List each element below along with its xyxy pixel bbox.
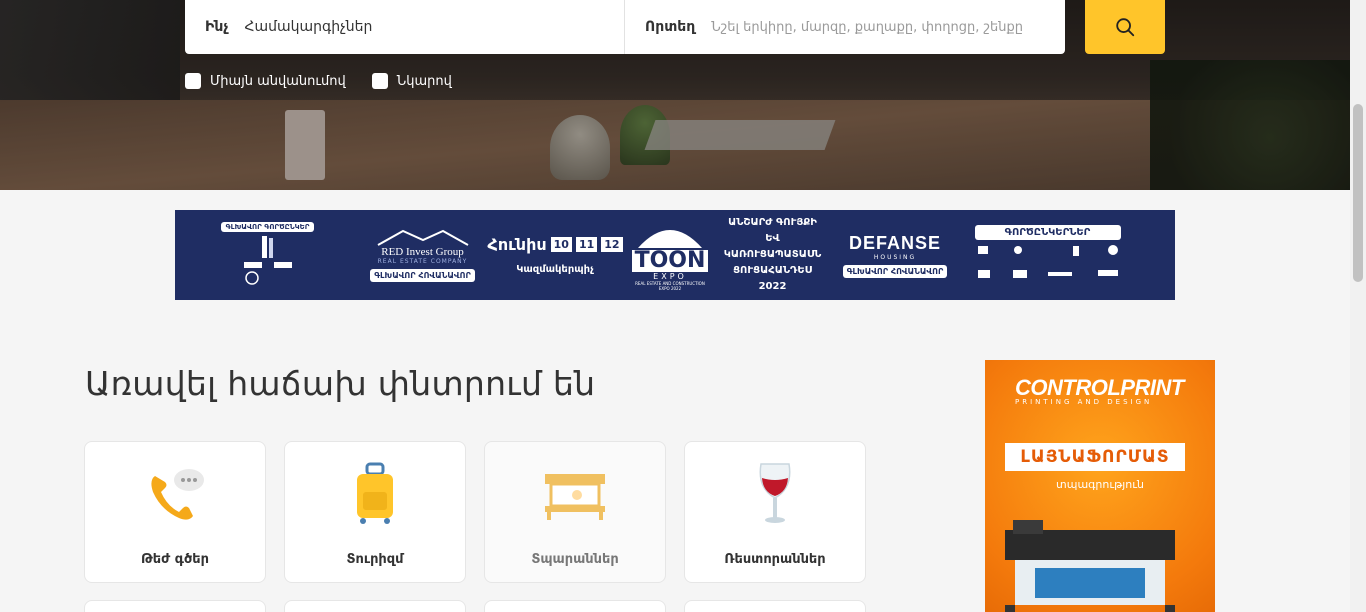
printer-icon [545,474,605,520]
banner-defanse: DEFANSE HOUSING ԳԼԽԱՎՈՐ ՀՈՎԱՆԱՎՈՐ [830,210,960,300]
category-card-row2[interactable] [684,600,866,612]
wine-glass-icon [759,463,791,523]
checkbox-with-image[interactable] [371,73,388,89]
category-card-hotlines[interactable]: Թեժ գծեր [84,441,266,583]
ad-text: տպագրություն [1056,478,1144,491]
banner-expo-name: TOON [631,249,709,272]
banner-expo-word: EXPO [653,271,687,281]
scrollbar-thumb[interactable] [1353,104,1363,282]
filter-name-only-label: Միայն անվանումով [210,73,346,89]
category-label: Տպարաններ [531,552,619,567]
category-card-row2[interactable] [484,600,666,612]
banner-main-sponsor: ԳԼԽԱՎՈՐ ՀՈՎԱՆԱՎՈՐ [370,269,475,282]
section-title: Առավել հաճախ փնտրում են [85,364,596,403]
banner-day-1: 10 [550,237,572,252]
banner-red-invest-name: RED Invest Group [381,246,464,258]
banner-exhibition: ԱՆՇԱՐԺ ԳՈՒՅՔԻ ԵՎ ԿԱՌՈՒՑԱՊԱՏԱՍՆ ՑՈՒՑԱՀԱՆԴ… [715,210,830,300]
banner-organizer: Կազմակերպիչ [516,264,594,275]
checkbox-name-only[interactable] [185,73,201,89]
ad-tagline: PRINTING AND DESIGN [1015,398,1153,406]
search-what-label: Ինչ [205,19,229,35]
banner-defanse-sub: HOUSING [873,253,917,261]
filter-with-image-label: Նկարով [396,73,452,89]
search-button[interactable] [1085,0,1165,54]
category-label: Թեժ գծեր [141,552,209,567]
ad-button[interactable]: ԼԱՅՆԱՖՈՐՄԱՏ [1005,443,1185,471]
banner-month: Հունիս [487,235,547,254]
filter-with-image[interactable]: Նկարով [371,73,452,89]
banner-red-invest-sub: REAL ESTATE COMPANY [377,258,468,265]
banner-partners-title: ԳԼԽԱՎՈՐ ԳՈՐԾԸՆԿԵՐ [220,222,315,232]
banner-defanse-role: ԳԼԽԱՎՈՐ ՀՈՎԱՆԱՎՈՐ [842,264,948,278]
printer-machine-icon [1005,520,1175,612]
category-label: Ռեստորաններ [724,552,826,567]
search-where-field[interactable]: Որտեղ [625,0,1065,54]
search-form: Ինչ Համակարգիչներ Որտեղ [185,0,1065,54]
banner-expo-sub: REAL ESTATE AND CONSTRUCTION EXPO 2022 [635,280,705,291]
search-where-label: Որտեղ [645,19,696,35]
partner-logos-icon [977,244,1118,278]
category-label: Տուրիզմ [346,552,404,567]
phone-chat-icon [151,469,204,520]
search-filters: Միայն անվանումով Նկարով [185,73,452,89]
search-what-field[interactable]: Ինչ Համակարգիչներ [185,0,625,54]
search-what-value[interactable]: Համակարգիչներ [244,19,372,35]
banner-red-invest: RED Invest Group REAL ESTATE COMPANY ԳԼԽ… [360,210,485,300]
banner-dates: Հունիս 10 11 12 Կազմակերպիչ [485,210,625,300]
banner-exhibition-text: ԱՆՇԱՐԺ ԳՈՒՅՔԻ ԵՎ ԿԱՌՈՒՑԱՊԱՏԱՍՆ ՑՈՒՑԱՀԱՆԴ… [723,217,822,292]
page-scrollbar[interactable] [1350,0,1366,612]
banner-partners-right: ԳՈՐԾԸՆԿԵՐՆԵՐ [960,210,1135,300]
search-icon [1116,18,1135,37]
banner-defanse-name: DEFANSE [848,232,942,253]
search-where-input[interactable] [711,19,1042,35]
banner-day-2: 11 [575,237,598,252]
banner-partners-left: ԳԼԽԱՎՈՐ ԳՈՐԾԸՆԿԵՐ [175,210,360,300]
banner-day-3: 12 [601,237,623,252]
category-card-tourism[interactable]: Տուրիզմ [284,441,466,583]
suitcase-icon [357,462,393,524]
category-card-row2[interactable] [84,600,266,612]
house-roof-icon [377,229,468,246]
banner-expo-logo: TOON EXPO REAL ESTATE AND CONSTRUCTION E… [625,210,715,300]
category-card-printing[interactable]: Տպարաններ [484,441,666,583]
expo-banner[interactable]: ԳԼԽԱՎՈՐ ԳՈՐԾԸՆԿԵՐ RED Invest Group REAL … [175,210,1175,300]
banner-partners-label: ԳՈՐԾԸՆԿԵՐՆԵՐ [974,224,1121,240]
expo-house-icon [638,229,702,248]
building-logo-icon [243,236,292,285]
category-card-row2[interactable] [284,600,466,612]
category-card-restaurants[interactable]: Ռեստորաններ [684,441,866,583]
filter-name-only[interactable]: Միայն անվանումով [185,73,346,89]
controlprint-ad[interactable]: CONTROLPRINT PRINTING AND DESIGN ԼԱՅՆԱՖՈ… [985,360,1215,612]
